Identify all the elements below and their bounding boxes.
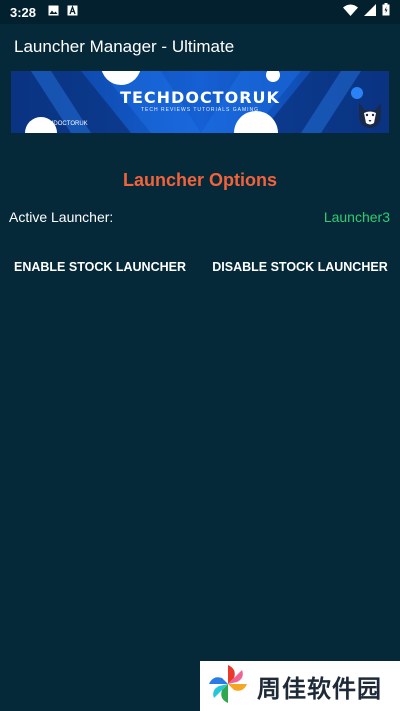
wifi-icon [343, 3, 358, 21]
pinwheel-logo-icon [207, 663, 249, 710]
status-time: 3:28 [10, 4, 37, 20]
watermark: 周佳软件园 [200, 661, 400, 711]
watermark-text: 周佳软件园 [257, 674, 382, 703]
disable-stock-launcher-button[interactable]: DISABLE STOCK LAUNCHER [204, 252, 396, 282]
signal-icon [364, 3, 376, 21]
husky-logo-icon [357, 101, 383, 129]
image-icon [48, 3, 59, 21]
launcher-options-title: Launcher Options [122, 170, 277, 190]
status-icons-right [343, 3, 390, 21]
active-launcher-label: Active Launcher: [9, 209, 114, 225]
app-title: Launcher Manager - Ultimate [14, 37, 235, 56]
banner-title: TECHDOCTORUK [120, 88, 280, 107]
banner-subtitle: TECH REVIEWS TUTORIALS GAMING [141, 107, 259, 113]
banner-handle: @TECHDOCTORUK [31, 121, 88, 127]
app-bar: Launcher Manager - Ultimate [0, 24, 400, 70]
enable-stock-launcher-button[interactable]: ENABLE STOCK LAUNCHER [4, 252, 196, 282]
active-launcher-value: Launcher3 [323, 209, 390, 225]
status-bar: 3:28 [0, 0, 400, 24]
banner-image: TECHDOCTORUK TECH REVIEWS TUTORIALS GAMI… [11, 71, 389, 133]
font-icon [67, 3, 78, 21]
battery-icon [382, 3, 390, 21]
